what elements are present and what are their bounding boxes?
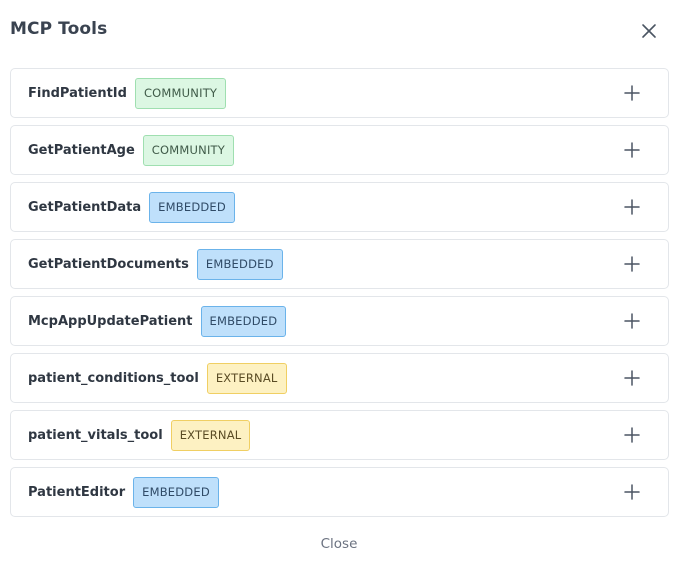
add-tool-button[interactable] [623,141,641,159]
tool-name: GetPatientData [28,199,142,215]
tool-badge: EXTERNAL [206,362,287,394]
add-tool-button[interactable] [623,369,641,387]
plus-icon [624,199,640,215]
close-icon [642,24,656,38]
close-dialog-button[interactable] [640,22,658,40]
dialog-title: MCP Tools [10,19,108,39]
tool-badge: EMBEDDED [133,476,219,508]
tool-list: FindPatientId COMMUNITY GetPatientAge CO… [10,68,669,524]
tool-row: patient_vitals_tool EXTERNAL [10,410,669,460]
tool-name: patient_conditions_tool [28,370,199,386]
add-tool-button[interactable] [623,483,641,501]
add-tool-button[interactable] [623,84,641,102]
tool-name: McpAppUpdatePatient [28,313,193,329]
tool-name: FindPatientId [28,85,127,101]
plus-icon [624,313,640,329]
plus-icon [624,427,640,443]
mcp-tools-dialog: MCP Tools FindPatientId COMMUNITY GetPat… [0,0,682,573]
tool-badge: EXTERNAL [170,419,251,451]
add-tool-button[interactable] [623,312,641,330]
plus-icon [624,370,640,386]
plus-icon [624,142,640,158]
plus-icon [624,256,640,272]
close-button[interactable]: Close [0,536,678,552]
tool-name: GetPatientAge [28,142,135,158]
plus-icon [624,484,640,500]
tool-name: patient_vitals_tool [28,427,163,443]
tool-badge: EMBEDDED [149,191,235,223]
add-tool-button[interactable] [623,426,641,444]
add-tool-button[interactable] [623,255,641,273]
tool-row: GetPatientDocuments EMBEDDED [10,239,669,289]
plus-icon [624,85,640,101]
add-tool-button[interactable] [623,198,641,216]
tool-badge: EMBEDDED [200,305,287,337]
tool-row: FindPatientId COMMUNITY [10,68,669,118]
tool-row: patient_conditions_tool EXTERNAL [10,353,669,403]
tool-badge: COMMUNITY [134,77,227,109]
tool-badge: COMMUNITY [142,134,234,166]
tool-row: GetPatientData EMBEDDED [10,182,669,232]
tool-row: McpAppUpdatePatient EMBEDDED [10,296,669,346]
tool-row: PatientEditor EMBEDDED [10,467,669,517]
tool-badge: EMBEDDED [196,248,283,280]
tool-name: PatientEditor [28,484,126,500]
tool-row: GetPatientAge COMMUNITY [10,125,669,175]
tool-name: GetPatientDocuments [28,256,189,272]
